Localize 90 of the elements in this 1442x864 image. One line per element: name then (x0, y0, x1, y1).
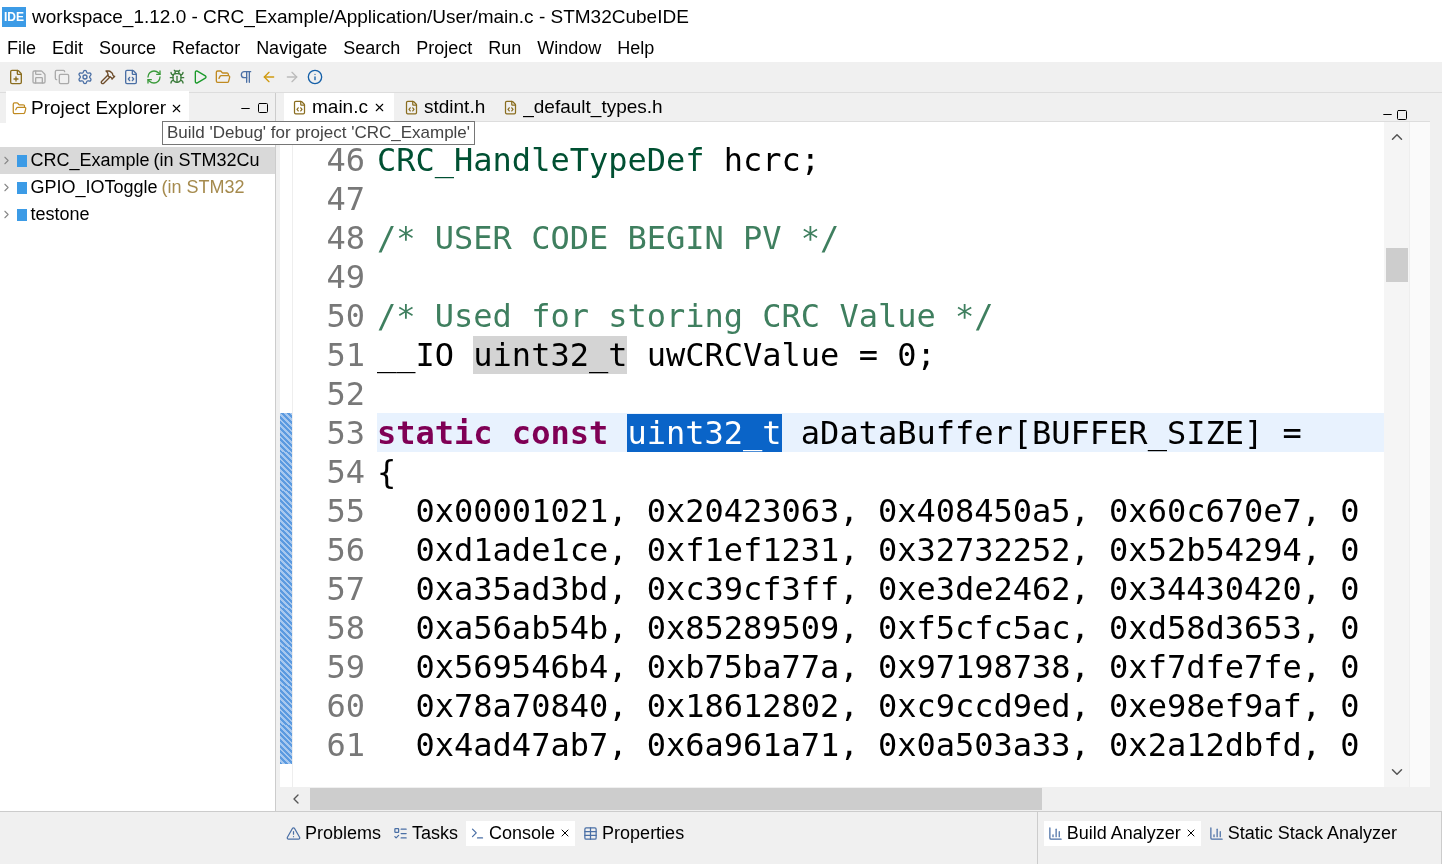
code-token: aDataBuffer[BUFFER_SIZE] = (799, 413, 1302, 452)
code-token: static const (377, 413, 610, 452)
line-number: 59 (325, 647, 366, 686)
gear-icon[interactable] (77, 69, 93, 85)
menu-item[interactable]: Project (409, 37, 480, 59)
menu-item[interactable]: File (0, 37, 43, 59)
line-number: 57 (325, 569, 366, 608)
panel-tab[interactable]: Static Stack Analyzer (1204, 820, 1401, 846)
app-logo: IDE (2, 7, 26, 27)
project-icon (17, 154, 27, 167)
code-token: 0x78a70840, 0x18612802, 0xc9ccd9ed, 0xe98ef9af, 0 (414, 686, 1360, 725)
code-token: 0xa56ab54b, 0x85289509, 0xf5cfc5ac, 0xd58d3653, 0 (414, 608, 1360, 647)
panel-tab[interactable]: Tasks (389, 820, 463, 846)
menu-item[interactable]: Search (336, 37, 408, 59)
hammer-icon[interactable] (100, 69, 116, 85)
code-token: hcrc; (722, 140, 821, 179)
tree-item[interactable]: GPIO_IOToggle (in STM32 (0, 174, 275, 201)
project-icon (17, 208, 27, 221)
panel-tab[interactable]: Build Analyzer (1043, 820, 1201, 846)
line-number: 49 (325, 257, 366, 296)
code-token: 0x00001021, 0x20423063, 0x408450a5, 0x60c670e7, 0 (414, 491, 1360, 530)
editor-tab[interactable]: main.c (284, 93, 394, 121)
line-number: 54 (325, 452, 366, 491)
vertical-scrollbar[interactable] (1384, 122, 1409, 787)
menu-item[interactable]: Source (92, 37, 164, 59)
line-number: 58 (325, 608, 366, 647)
line-number: 47 (325, 179, 366, 218)
project-name: CRC_Example (30, 150, 150, 171)
editor-tab[interactable]: stdint.h (395, 93, 494, 121)
line-number: 51 (325, 335, 366, 374)
refresh-icon[interactable] (146, 69, 162, 85)
tab-icon (583, 825, 599, 841)
panel-tab[interactable]: Project Explorer (6, 91, 190, 125)
project-name: testone (30, 204, 90, 225)
menu-item[interactable]: Refactor (165, 37, 248, 59)
code-token: { (377, 452, 397, 491)
project-icon (17, 181, 27, 194)
chart-icon (1208, 825, 1224, 841)
menu-item[interactable]: Help (610, 37, 662, 59)
tab-icon (470, 825, 486, 841)
tree-item[interactable]: CRC_Example (in STM32Cu (0, 147, 275, 174)
editor-tab[interactable]: _default_types.h (495, 93, 671, 121)
tab-icon (286, 825, 301, 841)
menu-item[interactable]: Edit (45, 37, 91, 59)
maximize-icon[interactable] (257, 102, 269, 114)
code-token: __IO (377, 335, 456, 374)
menu-item[interactable]: Window (530, 37, 609, 59)
line-number: 55 (325, 491, 366, 530)
folder-icon (12, 100, 27, 116)
project-location: (in STM32Cu (153, 150, 260, 171)
line-number: 56 (325, 530, 366, 569)
line-number: 53 (325, 413, 366, 452)
folder-icon[interactable] (215, 69, 231, 85)
code-token: /* Used for storing CRC Value */ (377, 296, 994, 335)
scrollbar-thumb[interactable] (1385, 248, 1408, 282)
code-token: uwCRCValue = 0; (645, 335, 936, 374)
panel-tab[interactable]: Console (466, 820, 576, 846)
line-number: 52 (325, 374, 366, 413)
line-number: 50 (325, 296, 366, 335)
panel-tab[interactable]: Properties (579, 820, 689, 846)
code-token: 0xa35ad3bd, 0xc39cf3ff, 0xe3de2462, 0x34430420, 0 (414, 569, 1360, 608)
line-number: 61 (325, 725, 366, 764)
chart-icon (1047, 825, 1063, 841)
new-file-icon[interactable] (8, 69, 24, 85)
code-token: 0xd1ade1ce, 0xf1ef1231, 0x32732252, 0x52b54294, 0 (414, 530, 1360, 569)
file-icon (292, 99, 307, 115)
file-icon (403, 99, 419, 115)
line-number: 60 (325, 686, 366, 725)
project-location: (in STM32 (161, 177, 245, 198)
tab-icon (393, 825, 409, 841)
file-icon (503, 99, 519, 115)
run-icon[interactable] (192, 69, 208, 85)
maximize-icon[interactable] (1396, 109, 1408, 121)
info-icon[interactable] (307, 69, 323, 85)
bug-icon[interactable] (169, 69, 185, 85)
project-name: GPIO_IOToggle (30, 177, 158, 198)
line-number: 48 (325, 218, 366, 257)
menu-item[interactable]: Navigate (249, 37, 335, 59)
code-token: 0x4ad47ab7, 0x6a961a71, 0x0a503a33, 0x2a12dbfd, 0 (414, 725, 1360, 764)
tooltip: Build 'Debug' for project 'CRC_Example' (162, 121, 476, 145)
code-token: /* USER CODE BEGIN PV */ (377, 218, 840, 257)
code-token: 0x569546b4, 0xb75ba77a, 0x97198738, 0xf7dfe7fe, 0 (414, 647, 1360, 686)
panel-tab[interactable]: Problems (282, 820, 386, 846)
pilcrow-icon[interactable] (238, 69, 254, 85)
menu-item[interactable]: Run (481, 37, 529, 59)
selected-text: uint32_t (627, 413, 782, 452)
window-title: workspace_1.12.0 - CRC_Example/Application/User/main.c - STM32CubeIDE (32, 6, 689, 28)
tree-item[interactable]: testone (0, 201, 275, 228)
code-token: uint32_t (473, 335, 628, 374)
scrollbar-thumb[interactable] (310, 788, 1042, 810)
